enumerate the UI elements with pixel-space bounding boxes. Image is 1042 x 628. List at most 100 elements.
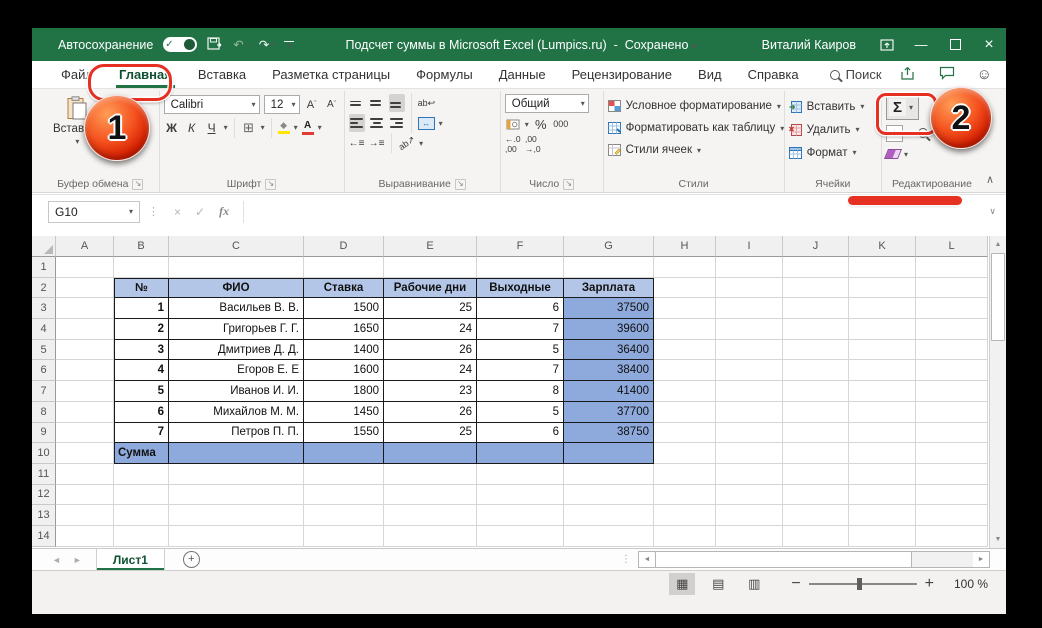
- cell-J12[interactable]: [783, 484, 849, 506]
- column-header-L[interactable]: L: [916, 236, 988, 257]
- cell-A11[interactable]: [56, 463, 114, 485]
- scroll-left-icon[interactable]: ◄: [639, 552, 655, 567]
- cell-D1[interactable]: [304, 257, 384, 278]
- zoom-slider[interactable]: [808, 578, 917, 590]
- share-button[interactable]: [900, 66, 917, 84]
- dialog-launcher-icon[interactable]: ↘: [454, 178, 466, 190]
- cell-D12[interactable]: [304, 484, 384, 506]
- cell-I5[interactable]: [716, 339, 783, 361]
- cell-E11[interactable]: [384, 463, 477, 485]
- cell-J6[interactable]: [783, 360, 849, 382]
- cell-E5[interactable]: 26: [384, 339, 477, 361]
- cell-I12[interactable]: [716, 484, 783, 506]
- cell-H6[interactable]: [654, 360, 716, 382]
- cell-A2[interactable]: [56, 277, 114, 299]
- sheet-tab-active[interactable]: Лист1: [95, 549, 165, 570]
- collapse-ribbon-button[interactable]: ∧: [982, 173, 1002, 192]
- next-sheet-button[interactable]: ►: [73, 555, 82, 565]
- normal-view-button[interactable]: ▦: [669, 573, 696, 595]
- cell-K14[interactable]: [849, 525, 916, 547]
- chevron-down-icon[interactable]: ▾: [935, 129, 939, 138]
- merge-center-button[interactable]: ↔: [417, 114, 435, 132]
- cell-D5[interactable]: 1400: [304, 339, 384, 361]
- cell-J14[interactable]: [783, 525, 849, 547]
- chevron-down-icon[interactable]: ▾: [904, 150, 908, 159]
- cell-E12[interactable]: [384, 484, 477, 506]
- cell-I2[interactable]: [716, 277, 783, 299]
- cell-K5[interactable]: [849, 339, 916, 361]
- cell-F2[interactable]: Выходные: [477, 277, 564, 299]
- cell-J10[interactable]: [783, 443, 849, 464]
- cell-G12[interactable]: [564, 484, 654, 506]
- italic-button[interactable]: К: [184, 119, 200, 137]
- cell-G3[interactable]: 37500: [564, 298, 654, 320]
- chevron-down-icon[interactable]: ▾: [907, 129, 911, 138]
- find-select-button[interactable]: [915, 124, 931, 142]
- select-all-button[interactable]: [32, 236, 56, 257]
- hscroll-thumb[interactable]: [655, 552, 912, 567]
- cell-A4[interactable]: [56, 319, 114, 340]
- cell-G14[interactable]: [564, 525, 654, 547]
- row-header-6[interactable]: 6: [32, 360, 56, 382]
- cell-F1[interactable]: [477, 257, 564, 278]
- cell-J7[interactable]: [783, 381, 849, 402]
- column-header-F[interactable]: F: [477, 236, 564, 257]
- name-box[interactable]: G10 ▾: [48, 200, 140, 223]
- cell-I1[interactable]: [716, 257, 783, 278]
- tab-Разметка страницы[interactable]: Разметка страницы: [259, 61, 403, 88]
- cell-G4[interactable]: 39600: [564, 319, 654, 340]
- column-header-G[interactable]: G: [564, 236, 654, 257]
- horizontal-scrollbar[interactable]: ◄ ►: [638, 551, 990, 568]
- cell-F11[interactable]: [477, 463, 564, 485]
- align-top-button[interactable]: [349, 94, 365, 112]
- cell-C1[interactable]: [169, 257, 304, 278]
- cell-I10[interactable]: [716, 443, 783, 464]
- tab-Вставка[interactable]: Вставка: [185, 61, 259, 88]
- cellbtn-0[interactable]: Вставить ▾: [789, 95, 864, 118]
- cell-E2[interactable]: Рабочие дни: [384, 277, 477, 299]
- tab-Справка[interactable]: Справка: [735, 61, 812, 88]
- zoom-level[interactable]: 100 %: [944, 577, 988, 591]
- column-header-I[interactable]: I: [716, 236, 783, 257]
- cell-D6[interactable]: 1600: [304, 360, 384, 382]
- cell-C5[interactable]: Дмитриев Д. Д.: [169, 339, 304, 361]
- row-header-9[interactable]: 9: [32, 422, 56, 444]
- cell-B5[interactable]: 3: [114, 339, 169, 361]
- cancel-button[interactable]: ×: [174, 205, 181, 219]
- cell-L4[interactable]: [916, 319, 988, 340]
- accounting-format-button[interactable]: [505, 115, 521, 133]
- cell-H9[interactable]: [654, 422, 716, 444]
- row-header-5[interactable]: 5: [32, 339, 56, 361]
- cell-C10[interactable]: [169, 443, 304, 464]
- cell-E8[interactable]: 26: [384, 401, 477, 423]
- cell-L6[interactable]: [916, 360, 988, 382]
- format-painter-button[interactable]: [109, 122, 123, 141]
- cell-G13[interactable]: [564, 505, 654, 526]
- cell-B14[interactable]: [114, 525, 169, 547]
- dialog-launcher-icon[interactable]: ↘: [265, 178, 277, 190]
- cell-L9[interactable]: [916, 422, 988, 444]
- cell-H3[interactable]: [654, 298, 716, 320]
- cell-B11[interactable]: [114, 463, 169, 485]
- cell-L5[interactable]: [916, 339, 988, 361]
- cell-C4[interactable]: Григорьев Г. Г.: [169, 319, 304, 340]
- cell-H7[interactable]: [654, 381, 716, 402]
- scroll-right-icon[interactable]: ►: [973, 552, 989, 567]
- cell-D9[interactable]: 1550: [304, 422, 384, 444]
- cell-K13[interactable]: [849, 505, 916, 526]
- align-bottom-button[interactable]: [388, 94, 405, 112]
- ribbon-display-options-button[interactable]: [870, 28, 904, 61]
- cell-A5[interactable]: [56, 339, 114, 361]
- cell-A1[interactable]: [56, 257, 114, 278]
- cell-B6[interactable]: 4: [114, 360, 169, 382]
- paste-button[interactable]: Вставить ▾: [46, 93, 109, 149]
- cell-E7[interactable]: 23: [384, 381, 477, 402]
- scroll-down-icon[interactable]: ▼: [990, 531, 1006, 548]
- cell-L14[interactable]: [916, 525, 988, 547]
- cell-E9[interactable]: 25: [384, 422, 477, 444]
- cell-J11[interactable]: [783, 463, 849, 485]
- cell-E4[interactable]: 24: [384, 319, 477, 340]
- cell-B2[interactable]: №: [114, 277, 169, 299]
- cell-H10[interactable]: [654, 443, 716, 464]
- chevron-down-icon[interactable]: ▾: [906, 103, 916, 112]
